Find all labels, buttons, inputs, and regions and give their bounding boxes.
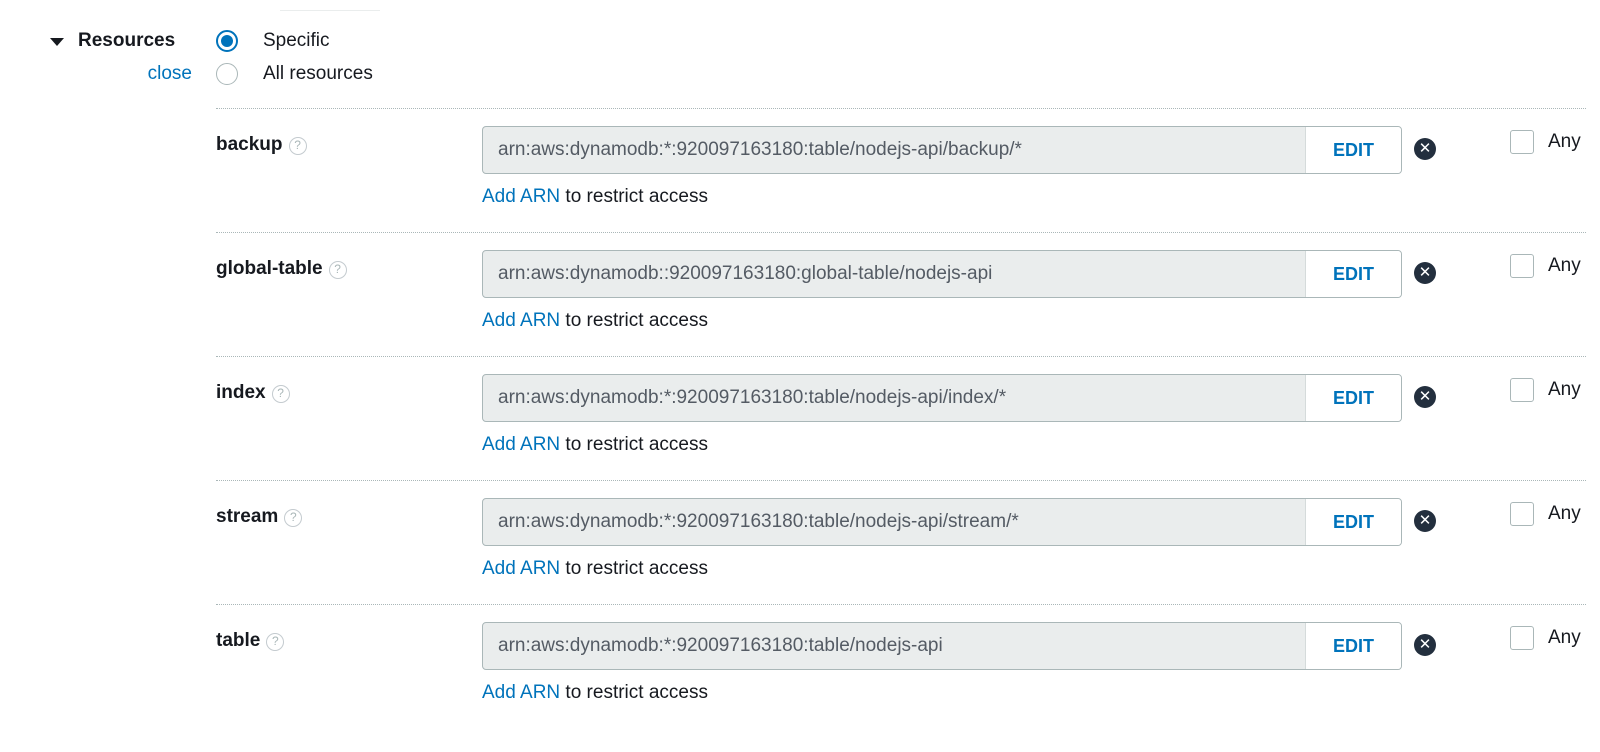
arn-value: arn:aws:dynamodb:*:920097163180:table/no… bbox=[498, 387, 1007, 408]
any-checkbox-option[interactable]: Any bbox=[1510, 130, 1581, 154]
any-label: Any bbox=[1548, 255, 1581, 276]
edit-button[interactable]: EDIT bbox=[1305, 623, 1401, 669]
arn-field: arn:aws:dynamodb:*:920097163180:table/no… bbox=[482, 374, 1402, 422]
row-divider bbox=[216, 108, 1586, 109]
resource-type: backup bbox=[216, 134, 283, 155]
radio-option-all-resources[interactable]: All resources bbox=[216, 63, 373, 85]
resource-label: index ? bbox=[216, 382, 290, 404]
resource-row-backup: backup ? arn:aws:dynamodb:*:920097163180… bbox=[0, 126, 1600, 246]
restrict-text: to restrict access bbox=[560, 558, 708, 579]
any-checkbox[interactable] bbox=[1510, 130, 1534, 154]
remove-icon[interactable]: ✕ bbox=[1414, 510, 1436, 532]
resource-type: stream bbox=[216, 506, 279, 527]
radio-option-specific[interactable]: Specific bbox=[216, 30, 330, 52]
edit-button[interactable]: EDIT bbox=[1305, 499, 1401, 545]
any-checkbox[interactable] bbox=[1510, 378, 1534, 402]
radio-all-resources[interactable] bbox=[216, 63, 238, 85]
restrict-text: to restrict access bbox=[560, 310, 708, 331]
remove-icon[interactable]: ✕ bbox=[1414, 386, 1436, 408]
add-arn-link[interactable]: Add ARN bbox=[482, 682, 560, 703]
radio-specific[interactable] bbox=[216, 30, 238, 52]
edit-button[interactable]: EDIT bbox=[1305, 375, 1401, 421]
any-label: Any bbox=[1548, 627, 1581, 648]
remove-icon[interactable]: ✕ bbox=[1414, 262, 1436, 284]
add-arn-row: Add ARN to restrict access bbox=[482, 434, 708, 456]
row-divider bbox=[216, 356, 1586, 357]
arn-field: arn:aws:dynamodb:*:920097163180:table/no… bbox=[482, 498, 1402, 546]
arn-value: arn:aws:dynamodb:*:920097163180:table/no… bbox=[498, 139, 1022, 160]
row-divider bbox=[216, 480, 1586, 481]
resource-label: table ? bbox=[216, 630, 285, 652]
add-arn-link[interactable]: Add ARN bbox=[482, 310, 560, 331]
any-checkbox-option[interactable]: Any bbox=[1510, 626, 1581, 650]
edit-button[interactable]: EDIT bbox=[1305, 251, 1401, 297]
resource-row-global-table: global-table ? arn:aws:dynamodb::9200971… bbox=[0, 250, 1600, 370]
add-arn-link[interactable]: Add ARN bbox=[482, 558, 560, 579]
resource-label: global-table ? bbox=[216, 258, 347, 280]
any-checkbox-option[interactable]: Any bbox=[1510, 502, 1581, 526]
row-divider bbox=[216, 232, 1586, 233]
remove-icon[interactable]: ✕ bbox=[1414, 138, 1436, 160]
remove-icon[interactable]: ✕ bbox=[1414, 634, 1436, 656]
restrict-text: to restrict access bbox=[560, 186, 708, 207]
any-checkbox-option[interactable]: Any bbox=[1510, 254, 1581, 278]
help-icon[interactable]: ? bbox=[284, 509, 303, 527]
any-checkbox[interactable] bbox=[1510, 502, 1534, 526]
add-arn-row: Add ARN to restrict access bbox=[482, 558, 708, 580]
arn-value: arn:aws:dynamodb:*:920097163180:table/no… bbox=[498, 511, 1019, 532]
add-arn-row: Add ARN to restrict access bbox=[482, 310, 708, 332]
help-icon[interactable]: ? bbox=[266, 633, 285, 651]
resources-section-toggle[interactable]: Resources bbox=[50, 30, 175, 52]
arn-field: arn:aws:dynamodb:*:920097163180:table/no… bbox=[482, 126, 1402, 174]
resource-row-stream: stream ? arn:aws:dynamodb:*:920097163180… bbox=[0, 498, 1600, 618]
restrict-text: to restrict access bbox=[560, 682, 708, 703]
close-link[interactable]: close bbox=[148, 63, 192, 85]
any-label: Any bbox=[1548, 131, 1581, 152]
any-checkbox[interactable] bbox=[1510, 254, 1534, 278]
add-arn-row: Add ARN to restrict access bbox=[482, 682, 708, 704]
resource-row-table: table ? arn:aws:dynamodb:*:920097163180:… bbox=[0, 622, 1600, 742]
caret-down-icon bbox=[50, 38, 64, 46]
top-divider bbox=[280, 10, 380, 11]
edit-button[interactable]: EDIT bbox=[1305, 127, 1401, 173]
add-arn-link[interactable]: Add ARN bbox=[482, 186, 560, 207]
help-icon[interactable]: ? bbox=[271, 385, 290, 403]
help-icon[interactable]: ? bbox=[328, 261, 347, 279]
resource-row-index: index ? arn:aws:dynamodb:*:920097163180:… bbox=[0, 374, 1600, 494]
section-title: Resources bbox=[78, 30, 176, 51]
arn-value: arn:aws:dynamodb:*:920097163180:table/no… bbox=[498, 635, 943, 656]
resource-type: table bbox=[216, 630, 261, 651]
any-checkbox-option[interactable]: Any bbox=[1510, 378, 1581, 402]
help-icon[interactable]: ? bbox=[288, 137, 307, 155]
arn-field: arn:aws:dynamodb::920097163180:global-ta… bbox=[482, 250, 1402, 298]
any-label: Any bbox=[1548, 503, 1581, 524]
add-arn-row: Add ARN to restrict access bbox=[482, 186, 708, 208]
row-divider bbox=[216, 604, 1586, 605]
any-label: Any bbox=[1548, 379, 1581, 400]
resource-label: stream ? bbox=[216, 506, 303, 528]
arn-value: arn:aws:dynamodb::920097163180:global-ta… bbox=[498, 263, 993, 284]
any-checkbox[interactable] bbox=[1510, 626, 1534, 650]
arn-field: arn:aws:dynamodb:*:920097163180:table/no… bbox=[482, 622, 1402, 670]
restrict-text: to restrict access bbox=[560, 434, 708, 455]
add-arn-link[interactable]: Add ARN bbox=[482, 434, 560, 455]
resource-label: backup ? bbox=[216, 134, 307, 156]
radio-label-all-resources: All resources bbox=[263, 63, 373, 84]
radio-label-specific: Specific bbox=[263, 30, 330, 51]
resource-type: index bbox=[216, 382, 266, 403]
resource-type: global-table bbox=[216, 258, 323, 279]
resources-panel: Resources close Specific All resources b… bbox=[0, 0, 1600, 752]
